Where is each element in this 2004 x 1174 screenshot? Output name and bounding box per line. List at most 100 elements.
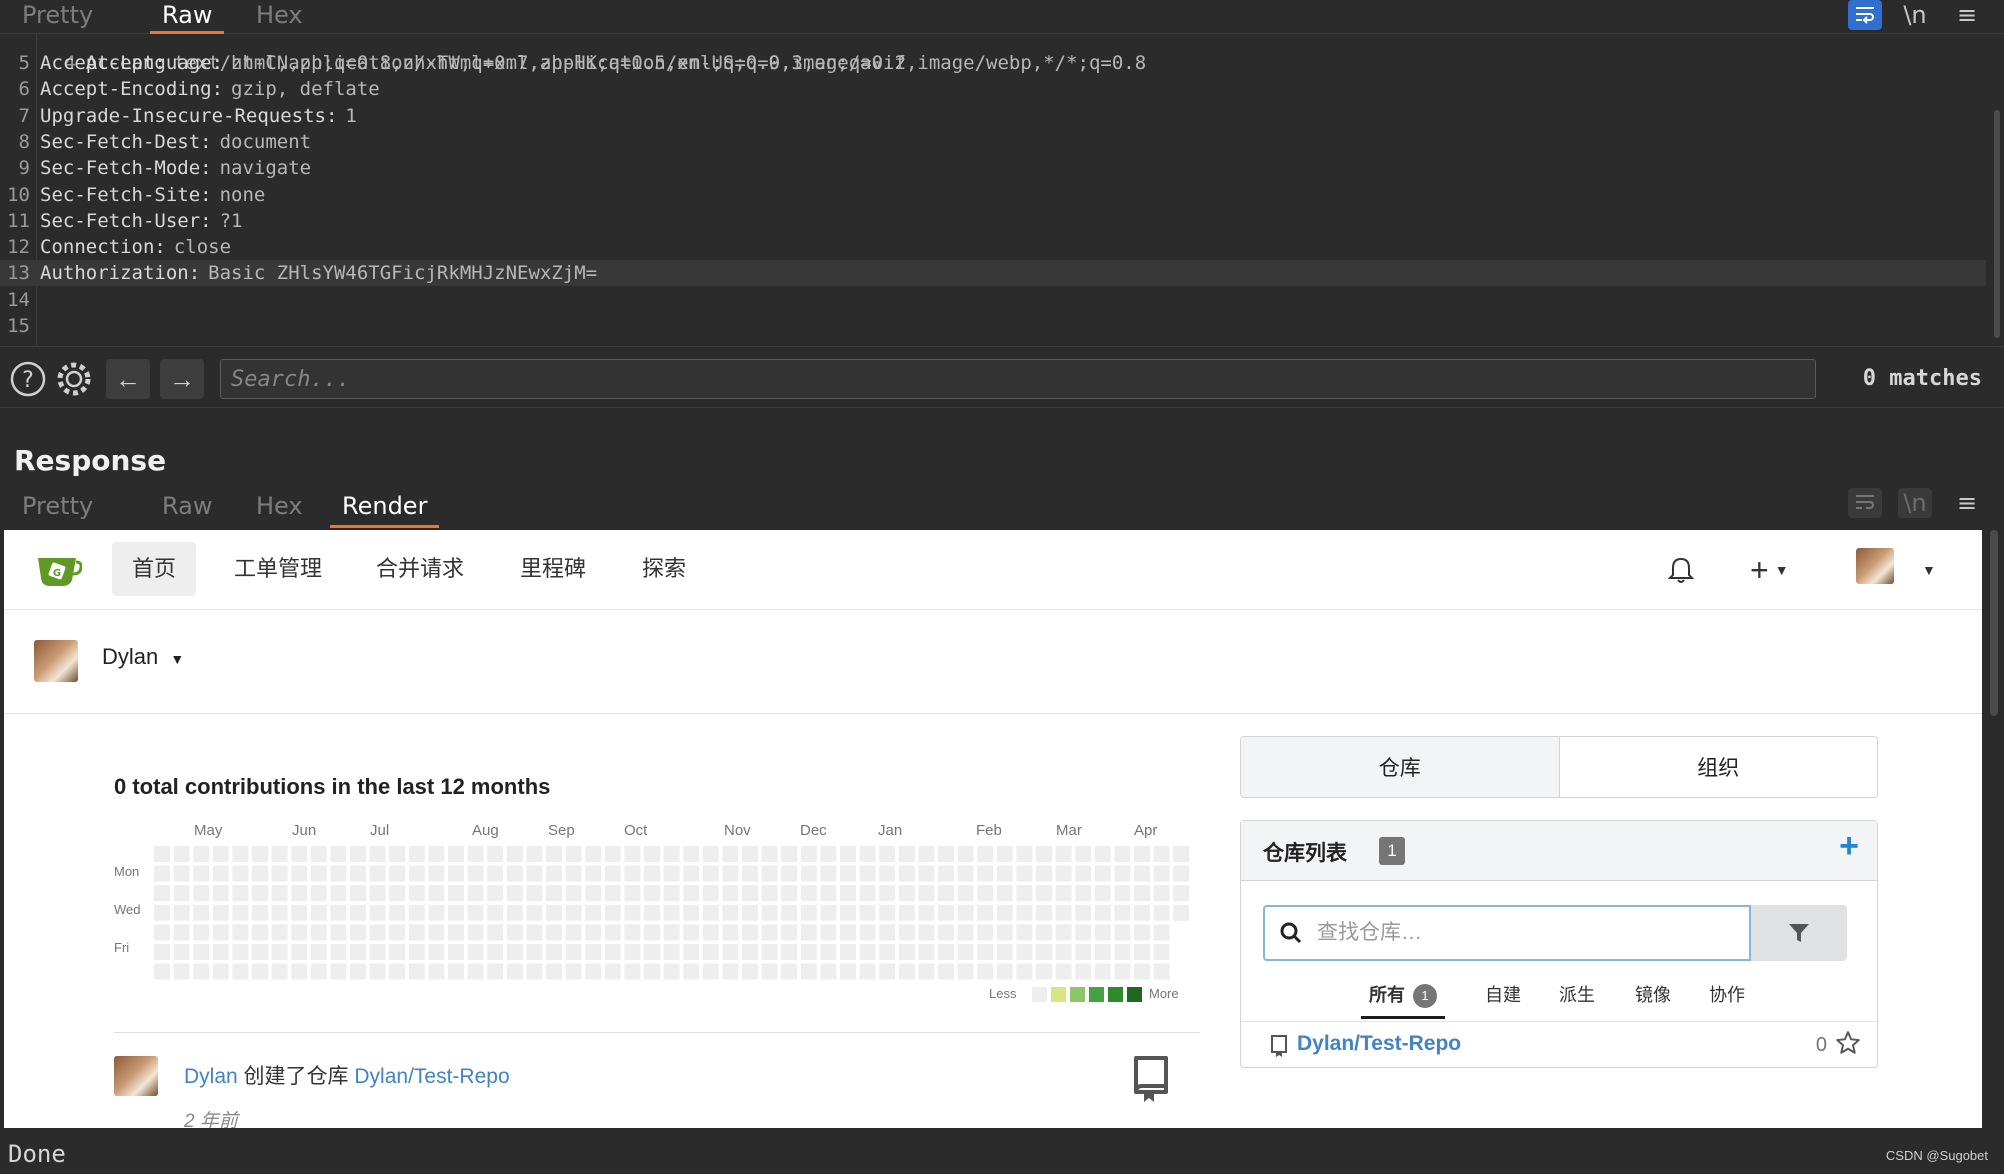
- heatmap-cell: [526, 904, 543, 921]
- editor-scrollbar[interactable]: [1994, 110, 2000, 338]
- user-avatar[interactable]: [1856, 548, 1894, 584]
- segment-organizations[interactable]: 组织: [1560, 737, 1878, 797]
- repo-icon: [1271, 1035, 1287, 1057]
- legend-swatch: [1032, 987, 1047, 1002]
- heatmap-cell: [546, 885, 562, 902]
- heatmap-cell: [1055, 944, 1072, 960]
- heatmap-cell: [1016, 963, 1033, 980]
- repo-name-link[interactable]: Dylan/Test-Repo: [1297, 1032, 1461, 1056]
- heatmap-cell: [271, 963, 288, 980]
- heatmap-cell: [408, 924, 425, 941]
- header-value: ?1: [219, 209, 243, 232]
- heatmap-cell: [1094, 865, 1111, 882]
- render-scrollbar[interactable]: [1990, 530, 1998, 716]
- repo-tab-collaborative[interactable]: 协作: [1701, 975, 1753, 1019]
- heatmap-cell: [742, 963, 758, 980]
- segment-repositories[interactable]: 仓库: [1241, 737, 1560, 797]
- gitea-logo-icon[interactable]: G: [36, 550, 82, 590]
- heatmap-cell: [1094, 904, 1111, 921]
- heatmap-cell: [938, 865, 954, 882]
- heatmap-cell: [1036, 846, 1052, 862]
- heatmap-cell: [271, 846, 288, 862]
- nav-home[interactable]: 首页: [112, 542, 197, 596]
- heatmap-cell: [252, 865, 268, 882]
- tab-raw[interactable]: Raw: [150, 486, 224, 528]
- bell-icon[interactable]: [1668, 552, 1694, 588]
- heatmap-cell: [585, 865, 602, 882]
- search-input[interactable]: [220, 359, 1816, 399]
- help-icon[interactable]: ?: [8, 359, 48, 399]
- tab-pretty[interactable]: Pretty: [10, 486, 105, 528]
- create-new-icon[interactable]: + ▼: [1750, 552, 1789, 588]
- nav-pull-requests[interactable]: 合并请求: [356, 542, 484, 596]
- heatmap-cell: [173, 865, 190, 882]
- heatmap-cell: [859, 885, 876, 902]
- heatmap-cell: [742, 846, 758, 862]
- day-label: Mon: [114, 864, 140, 879]
- line-number: 8: [18, 130, 30, 153]
- nav-explore[interactable]: 探索: [622, 542, 706, 596]
- heatmap-cell: [820, 865, 837, 882]
- heatmap-cell: [448, 963, 464, 980]
- heatmap-cell: [624, 963, 641, 980]
- heatmap-cell: [350, 904, 366, 921]
- nav-milestones[interactable]: 里程碑: [500, 542, 606, 596]
- feed-avatar: [114, 1056, 158, 1096]
- heatmap-cell: [604, 904, 621, 921]
- nav-issues[interactable]: 工单管理: [214, 542, 342, 596]
- heatmap-cell: [271, 904, 288, 921]
- heatmap-cell: [154, 963, 170, 980]
- tab-raw[interactable]: Raw: [150, 0, 225, 34]
- heatmap-cell: [546, 865, 562, 882]
- menu-icon[interactable]: ≡: [1950, 0, 1984, 30]
- next-match-button[interactable]: →: [160, 359, 204, 399]
- heatmap-cell: [644, 944, 660, 960]
- heatmap-cell: [585, 963, 602, 980]
- repo-search-input[interactable]: [1317, 907, 1737, 959]
- menu-icon[interactable]: ≡: [1950, 488, 1984, 518]
- star-icon[interactable]: [1835, 1030, 1861, 1056]
- code-line: 7 Upgrade-Insecure-Requests: 1: [0, 103, 1986, 129]
- heatmap-cell: [193, 924, 210, 941]
- feed-repo-link[interactable]: Dylan/Test-Repo: [354, 1065, 509, 1088]
- heatmap-cell: [800, 924, 817, 941]
- heatmap-cell: [781, 904, 798, 921]
- heatmap-cell: [879, 963, 896, 980]
- repo-list-item[interactable]: Dylan/Test-Repo 0: [1241, 1021, 1877, 1067]
- newline-icon[interactable]: \n: [1898, 0, 1932, 30]
- settings-gear-icon[interactable]: [54, 359, 94, 399]
- context-user-switcher[interactable]: Dylan ▼: [102, 644, 184, 670]
- tab-hex[interactable]: Hex: [244, 486, 315, 528]
- heatmap-cell: [1173, 865, 1190, 882]
- heatmap-cell: [800, 963, 817, 980]
- repo-tab-mirrors[interactable]: 镜像: [1627, 975, 1679, 1019]
- heatmap-cell: [977, 944, 994, 960]
- wrap-lines-icon[interactable]: [1848, 488, 1882, 518]
- prev-match-button[interactable]: ←: [106, 359, 150, 399]
- wrap-lines-icon[interactable]: [1848, 0, 1882, 30]
- repo-tab-sources[interactable]: 自建: [1477, 975, 1529, 1019]
- header-key: Upgrade-Insecure-Requests:: [40, 104, 338, 127]
- repo-tab-all[interactable]: 所有 1: [1361, 975, 1445, 1019]
- newline-icon[interactable]: \n: [1898, 488, 1932, 518]
- heatmap-cell: [1055, 904, 1072, 921]
- line-number: 12: [7, 236, 30, 259]
- filter-button[interactable]: [1751, 905, 1847, 961]
- request-editor[interactable]: 4 Accept: text/html,application/xhtml+xml,…: [0, 34, 2004, 346]
- heatmap-cell: [154, 924, 170, 941]
- heatmap-cell: [604, 924, 621, 941]
- chevron-down-icon[interactable]: ▼: [1922, 552, 1936, 588]
- heatmap-cell: [389, 924, 406, 941]
- repo-tab-forks[interactable]: 派生: [1551, 975, 1603, 1019]
- heatmap-cell: [977, 885, 994, 902]
- heatmap-cell: [506, 865, 523, 882]
- add-repo-icon[interactable]: +: [1839, 827, 1859, 866]
- heatmap-cell: [604, 944, 621, 960]
- repo-book-icon: [1134, 1056, 1168, 1102]
- tab-render[interactable]: Render: [330, 486, 440, 528]
- tab-hex[interactable]: Hex: [244, 0, 315, 34]
- heatmap-cell: [487, 904, 504, 921]
- tab-pretty[interactable]: Pretty: [10, 0, 105, 34]
- feed-user-link[interactable]: Dylan: [184, 1065, 238, 1088]
- heatmap-cell: [252, 924, 268, 941]
